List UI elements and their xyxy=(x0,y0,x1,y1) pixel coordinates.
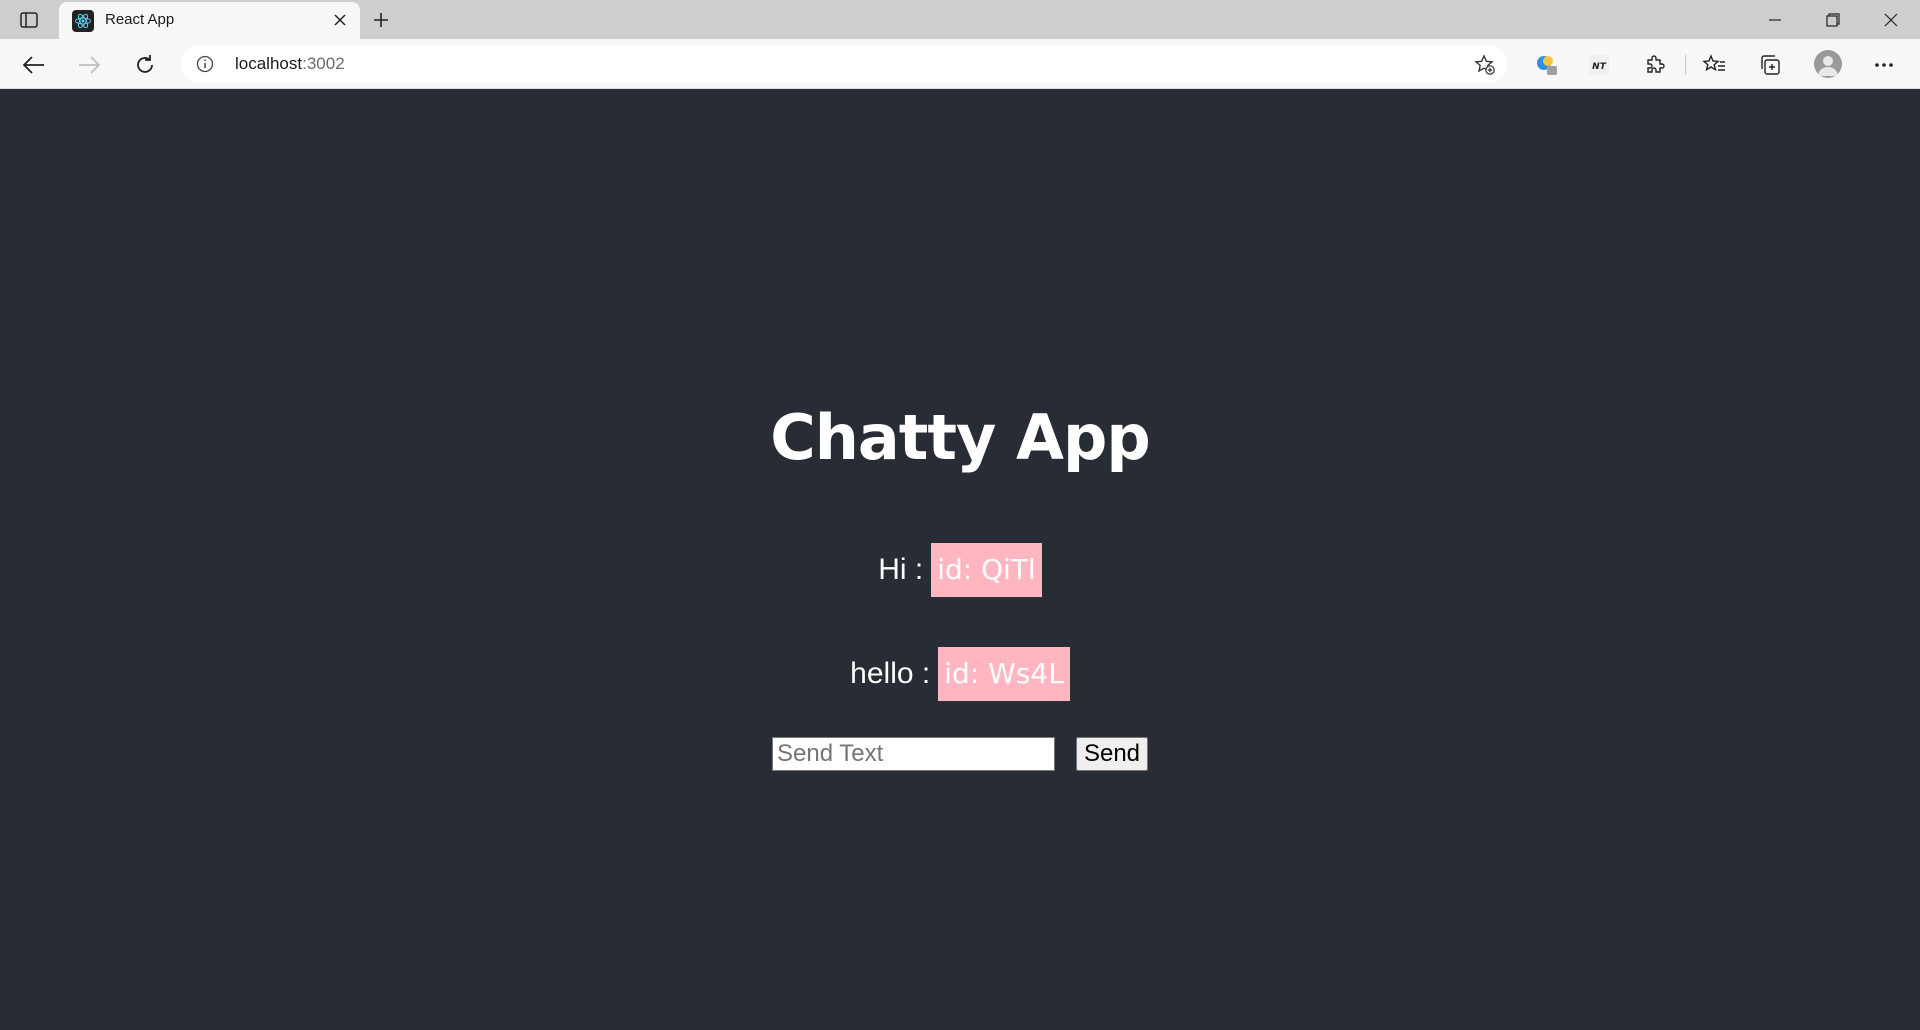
add-favorite-icon[interactable] xyxy=(1473,53,1497,77)
url-text: localhost:3002 xyxy=(235,54,345,74)
site-info-icon[interactable] xyxy=(195,54,215,74)
more-options-icon[interactable] xyxy=(1870,51,1898,79)
send-button[interactable]: Send xyxy=(1076,737,1148,771)
new-tab-icon[interactable] xyxy=(369,8,393,32)
profile-avatar[interactable] xyxy=(1814,50,1842,78)
url-host: localhost xyxy=(235,54,303,73)
close-tab-icon[interactable] xyxy=(330,10,350,30)
chat-message: hello : id: Ws4L xyxy=(0,647,1920,701)
forward-arrow-icon xyxy=(75,51,103,79)
send-text-input[interactable] xyxy=(772,737,1055,771)
minimize-icon[interactable] xyxy=(1760,6,1790,34)
message-text: hello : xyxy=(850,657,931,690)
app-title: Chatty App xyxy=(770,401,1151,474)
browser-toolbar: localhost:3002 NT xyxy=(0,39,1920,89)
tab-title: React App xyxy=(105,11,175,28)
message-id-badge: id: QiTl xyxy=(931,543,1042,597)
chat-message: Hi : id: QiTl xyxy=(0,543,1920,597)
puzzle-extensions-icon[interactable] xyxy=(1640,51,1668,79)
tab-actions-icon[interactable] xyxy=(18,9,40,31)
favorites-icon[interactable] xyxy=(1700,51,1728,79)
url-port: :3002 xyxy=(302,54,345,73)
message-text: Hi : xyxy=(878,553,924,586)
svg-text:NT: NT xyxy=(1592,62,1607,72)
address-bar[interactable]: localhost:3002 xyxy=(181,45,1507,83)
collections-icon[interactable] xyxy=(1756,51,1784,79)
refresh-icon[interactable] xyxy=(131,51,159,79)
back-arrow-icon[interactable] xyxy=(20,51,48,79)
browser-tab[interactable]: React App xyxy=(59,2,360,39)
message-composer: Send xyxy=(772,737,1148,771)
nt-extension-icon[interactable]: NT xyxy=(1585,51,1613,79)
app-page: Chatty App Hi : id: QiTl hello : id: Ws4… xyxy=(0,89,1920,1030)
close-window-icon[interactable] xyxy=(1876,6,1906,34)
restore-icon[interactable] xyxy=(1818,6,1848,34)
tab-strip: React App xyxy=(0,0,1920,39)
react-icon xyxy=(72,10,94,32)
message-id-badge: id: Ws4L xyxy=(938,647,1070,701)
copilot-icon[interactable] xyxy=(1533,51,1561,79)
toolbar-divider xyxy=(1685,55,1686,75)
